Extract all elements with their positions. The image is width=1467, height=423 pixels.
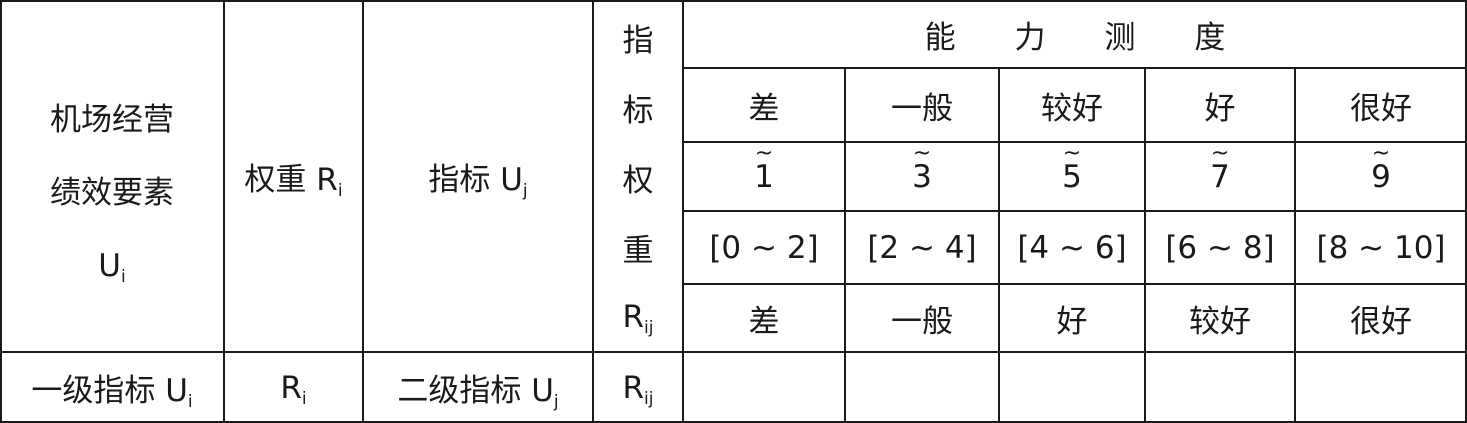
empty-cell-3 bbox=[999, 352, 1145, 423]
grade-average: 一般 bbox=[891, 90, 953, 127]
ability-measure-title-text: 能力测度 bbox=[924, 19, 1285, 56]
empty-cell-2 bbox=[845, 352, 999, 423]
grade-good: 好 bbox=[1204, 90, 1236, 127]
ability-measure-title: 能力测度 bbox=[683, 0, 1467, 68]
fuzzy-number-1: ~1 bbox=[754, 140, 774, 195]
weight-cell: Ri bbox=[224, 352, 363, 423]
factor-header: 机场经营 绩效要素 Ui bbox=[0, 0, 224, 352]
weight-header: 权重 Ri bbox=[224, 0, 363, 352]
empty-cell-4 bbox=[1145, 352, 1295, 423]
grade-bottom-2: 一般 bbox=[891, 303, 953, 340]
indicator-weight-value: Rij bbox=[622, 369, 654, 409]
level1-indicator-cell: 一级指标 Ui bbox=[0, 352, 224, 423]
level1-indicator-label: 一级指标 Ui bbox=[31, 373, 193, 412]
indicator-weight-cell: Rij bbox=[593, 352, 683, 423]
grade-bottom-3: 好 bbox=[1056, 303, 1088, 340]
interval-2-4: [2 ~ 4] bbox=[867, 229, 977, 266]
indicator-weight-header-char-4: 重 bbox=[622, 232, 654, 269]
interval-4-6: [4 ~ 6] bbox=[1017, 229, 1127, 266]
fuzzy-number-3: ~3 bbox=[912, 140, 932, 195]
indicator-header: 指标 Uj bbox=[363, 0, 593, 352]
fuzzy-number-9: ~9 bbox=[1371, 140, 1391, 195]
grade-bottom-1: 差 bbox=[748, 303, 780, 340]
empty-cell-1 bbox=[683, 352, 845, 423]
empty-cell-5 bbox=[1295, 352, 1467, 423]
indicator-weight-header-char-3: 权 bbox=[622, 162, 654, 199]
grade-fairly-good: 较好 bbox=[1041, 90, 1103, 127]
grade-bottom-5: 很好 bbox=[1350, 303, 1412, 340]
factor-header-line-3: Ui bbox=[98, 247, 126, 287]
indicator-weight-header-char-5: Rij bbox=[593, 282, 683, 352]
fuzzy-number-7: ~7 bbox=[1210, 140, 1230, 195]
interval-0-2: [0 ~ 2] bbox=[709, 229, 819, 266]
level2-indicator-label: 二级指标 Uj bbox=[397, 373, 559, 412]
weight-symbol: Ri bbox=[280, 369, 307, 409]
indicator-weight-header-char-1: 指 bbox=[622, 22, 654, 59]
interval-8-10: [8 ~ 10] bbox=[1316, 229, 1446, 266]
weight-header-label: 权重 Ri bbox=[244, 161, 343, 201]
indicator-weight-symbol: Rij bbox=[622, 299, 654, 338]
grade-poor: 差 bbox=[748, 90, 780, 127]
factor-header-line-2: 绩效要素 bbox=[50, 174, 174, 211]
grade-very-good: 很好 bbox=[1350, 90, 1412, 127]
indicator-header-label: 指标 Uj bbox=[428, 161, 528, 201]
grade-bottom-4: 较好 bbox=[1189, 303, 1251, 340]
fuzzy-number-5: ~5 bbox=[1062, 140, 1082, 195]
indicator-weight-header-char-2: 标 bbox=[622, 92, 654, 129]
level2-indicator-cell: 二级指标 Uj bbox=[363, 352, 593, 423]
interval-6-8: [6 ~ 8] bbox=[1165, 229, 1275, 266]
factor-header-line-1: 机场经营 bbox=[50, 101, 174, 138]
